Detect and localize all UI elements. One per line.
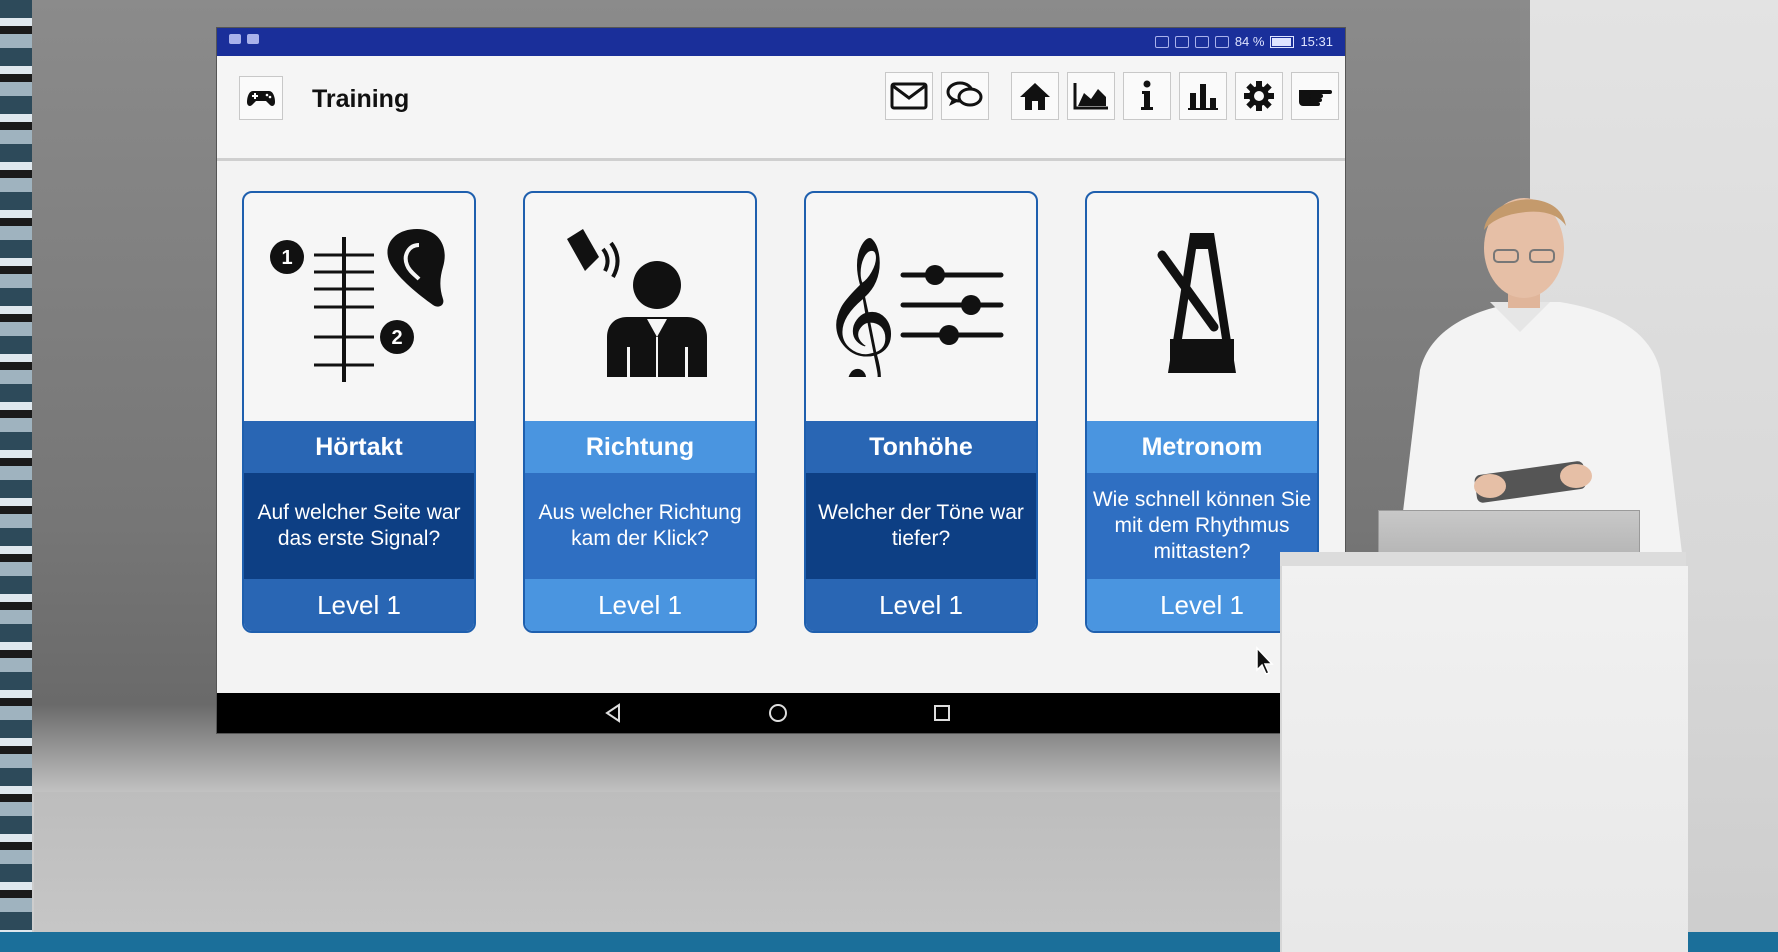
svg-text:1: 1 bbox=[281, 247, 292, 269]
speaker-person-icon bbox=[567, 229, 707, 377]
clock: 15:31 bbox=[1300, 34, 1333, 49]
status-bar: 84 % 15:31 bbox=[217, 28, 1345, 56]
gear-icon bbox=[1244, 81, 1274, 111]
back-icon bbox=[605, 703, 620, 723]
area-chart-icon bbox=[1073, 83, 1108, 110]
back-button[interactable] bbox=[601, 701, 625, 725]
card-richtung[interactable]: Richtung Aus welcher Richtung kam der Kl… bbox=[523, 191, 757, 633]
toolbar bbox=[885, 72, 1339, 120]
info-button[interactable] bbox=[1123, 72, 1171, 120]
menu-button[interactable] bbox=[239, 76, 283, 120]
bar-chart-icon bbox=[1188, 84, 1218, 110]
battery-percent: 84 % bbox=[1234, 34, 1265, 49]
card-title: Metronom bbox=[1087, 421, 1317, 473]
card-level: Level 1 bbox=[806, 579, 1036, 631]
cloud-icon bbox=[247, 34, 259, 44]
square-recents-icon bbox=[934, 705, 950, 721]
android-nav-bar bbox=[217, 693, 1345, 733]
pointing-hand-icon bbox=[1299, 90, 1332, 106]
stage-left-strip bbox=[0, 0, 32, 952]
progress-chart-button[interactable] bbox=[1067, 72, 1115, 120]
podium bbox=[1280, 566, 1688, 952]
card-hoertakt[interactable]: 1 2 Hörtakt Auf welcher Seite war das er… bbox=[242, 191, 476, 633]
card-level: Level 1 bbox=[244, 579, 474, 631]
svg-text:𝄞: 𝄞 bbox=[831, 237, 897, 377]
gamepad-icon bbox=[247, 91, 275, 106]
card-description: Aus welcher Richtung kam der Klick? bbox=[525, 473, 755, 579]
svg-text:2: 2 bbox=[391, 327, 402, 349]
chat-icon bbox=[946, 81, 983, 107]
card-title: Richtung bbox=[525, 421, 755, 473]
app-header: Training bbox=[217, 56, 1345, 161]
wifi-icon bbox=[1214, 35, 1229, 48]
card-title: Tonhöhe bbox=[806, 421, 1036, 473]
card-level: Level 1 bbox=[525, 579, 755, 631]
mail-icon bbox=[890, 82, 928, 110]
info-icon bbox=[1141, 80, 1153, 110]
home-button[interactable] bbox=[1011, 72, 1059, 120]
card-tonhoehe[interactable]: 𝄞 Tonhöhe Welcher der Töne war tiefer? L… bbox=[804, 191, 1038, 633]
card-description: Auf welcher Seite war das erste Signal? bbox=[244, 473, 474, 579]
circle-home-icon bbox=[769, 704, 787, 722]
recents-button[interactable] bbox=[930, 701, 954, 725]
tablet-screen: 84 % 15:31 Training 1 2 Hörtakt Auf welc… bbox=[217, 28, 1345, 733]
cast-icon bbox=[1154, 35, 1169, 48]
card-title: Hörtakt bbox=[244, 421, 474, 473]
battery-icon bbox=[1270, 35, 1295, 48]
pointer-button[interactable] bbox=[1291, 72, 1339, 120]
notification-icon bbox=[229, 34, 241, 44]
settings-button[interactable] bbox=[1235, 72, 1283, 120]
mouse-cursor-icon bbox=[1256, 646, 1274, 675]
chat-button[interactable] bbox=[941, 72, 989, 120]
home-icon bbox=[1020, 83, 1050, 110]
page-title: Training bbox=[312, 85, 410, 113]
metronome-icon bbox=[1157, 233, 1236, 373]
statistics-button[interactable] bbox=[1179, 72, 1227, 120]
bluetooth-icon bbox=[1174, 35, 1189, 48]
ear-timeline-icon: 1 2 bbox=[270, 229, 445, 382]
home-nav-button[interactable] bbox=[766, 701, 790, 725]
mail-button[interactable] bbox=[885, 72, 933, 120]
card-description: Welcher der Töne war tiefer? bbox=[806, 473, 1036, 579]
treble-clef-sliders-icon: 𝄞 bbox=[831, 237, 1004, 377]
alarm-icon bbox=[1194, 35, 1209, 48]
